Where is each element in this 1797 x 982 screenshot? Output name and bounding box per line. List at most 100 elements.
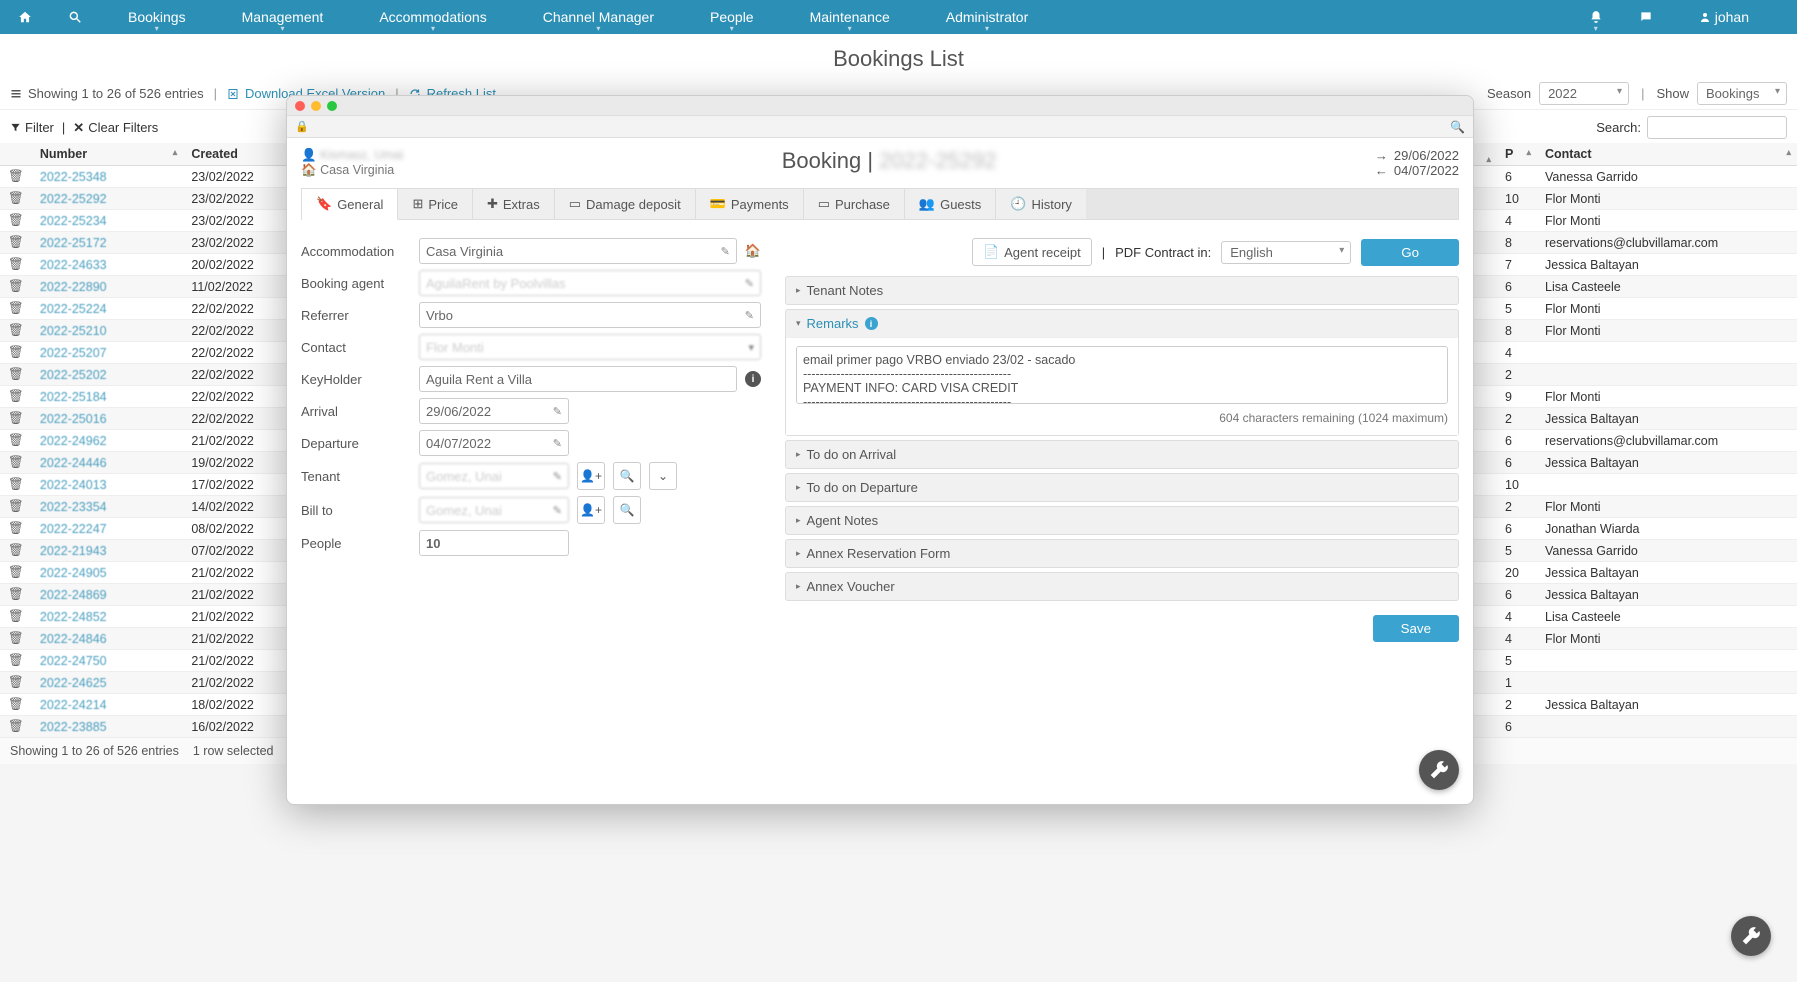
booking-number-link[interactable]: 2022-25348 [40,170,107,184]
nav-people[interactable]: People▾ [682,0,782,34]
billto-input[interactable]: Gomez, Unai✎ [419,497,569,523]
delete-icon[interactable]: 🗑 [8,543,24,557]
booking-number-link[interactable]: 2022-22247 [40,522,107,536]
tab-history[interactable]: 🕘History [996,189,1086,219]
delete-icon[interactable]: 🗑 [8,477,24,491]
tab-payments[interactable]: 💳Payments [696,189,804,219]
nav-administrator[interactable]: Administrator▾ [918,0,1056,34]
tools-fab-modal[interactable] [1419,750,1459,790]
people-input[interactable]: 10 [419,530,569,556]
show-select[interactable]: Bookings [1697,82,1787,105]
booking-number-link[interactable]: 2022-25292 [40,192,107,206]
booking-number-link[interactable]: 2022-22890 [40,280,107,294]
col-p[interactable]: P▴ [1497,143,1537,166]
arrival-input[interactable]: 29/06/2022✎ [419,398,569,424]
nav-channel-manager[interactable]: Channel Manager▾ [515,0,682,34]
tools-fab-page[interactable] [1731,916,1771,956]
delete-icon[interactable]: 🗑 [8,389,24,403]
nav-chat[interactable] [1621,0,1671,34]
nav-user[interactable]: johan [1671,0,1777,34]
home-icon[interactable]: 🏠 [745,243,761,259]
delete-icon[interactable]: 🗑 [8,675,24,689]
booking-number-link[interactable]: 2022-24750 [40,654,107,668]
booking-number-link[interactable]: 2022-25202 [40,368,107,382]
booking-number-link[interactable]: 2022-25184 [40,390,107,404]
booking-number-link[interactable]: 2022-24962 [40,434,107,448]
accordion-agent-notes[interactable]: ▸Agent Notes [785,506,1459,535]
booking-number-link[interactable]: 2022-25207 [40,346,107,360]
delete-icon[interactable]: 🗑 [8,257,24,271]
booking-number-link[interactable]: 2022-21943 [40,544,107,558]
booking-number-link[interactable]: 2022-24852 [40,610,107,624]
delete-icon[interactable]: 🗑 [8,697,24,711]
pdf-language-select[interactable]: English [1221,241,1351,264]
accommodation-input[interactable]: Casa Virginia✎ [419,238,737,264]
col-number[interactable]: Number▴ [32,143,183,166]
referrer-input[interactable]: Vrbo✎ [419,302,761,328]
col-contact[interactable]: Contact▴ [1537,143,1797,166]
booking-number-link[interactable]: 2022-24013 [40,478,107,492]
season-select[interactable]: 2022 [1539,82,1629,105]
info-icon[interactable]: i [745,371,761,387]
save-button[interactable]: Save [1373,615,1459,642]
delete-icon[interactable]: 🗑 [8,345,24,359]
expand-tenant-button[interactable]: ⌄ [649,462,677,490]
pencil-icon[interactable]: ✎ [553,437,562,450]
search-icon[interactable]: 🔍 [1450,120,1465,134]
maximize-window-button[interactable] [327,101,337,111]
close-window-button[interactable] [295,101,305,111]
tenant-input[interactable]: Gomez, Unai✎ [419,463,569,489]
accordion-remarks[interactable]: ▾Remarks i 604 characters remaining (102… [785,309,1459,436]
filter-button[interactable]: Filter [10,120,54,135]
booking-agent-input[interactable]: AguilaRent by Poolvillas✎ [419,270,761,296]
booking-number-link[interactable]: 2022-23885 [40,720,107,734]
booking-number-link[interactable]: 2022-23354 [40,500,107,514]
booking-number-link[interactable]: 2022-25234 [40,214,107,228]
booking-number-link[interactable]: 2022-24846 [40,632,107,646]
delete-icon[interactable]: 🗑 [8,587,24,601]
keyholder-input[interactable]: Aguila Rent a Villa [419,366,737,392]
pencil-icon[interactable]: ✎ [721,245,730,258]
tab-purchase[interactable]: ▭Purchase [804,189,905,219]
agent-receipt-button[interactable]: 📄Agent receipt [972,238,1092,266]
booking-number-link[interactable]: 2022-25210 [40,324,107,338]
tab-price[interactable]: ⊞Price [398,189,473,219]
delete-icon[interactable]: 🗑 [8,367,24,381]
delete-icon[interactable]: 🗑 [8,213,24,227]
accordion-todo-arrival[interactable]: ▸To do on Arrival [785,440,1459,469]
booking-number-link[interactable]: 2022-24214 [40,698,107,712]
delete-icon[interactable]: 🗑 [8,169,24,183]
delete-icon[interactable]: 🗑 [8,653,24,667]
booking-number-link[interactable]: 2022-24905 [40,566,107,580]
add-billto-button[interactable]: 👤+ [577,496,605,524]
delete-icon[interactable]: 🗑 [8,719,24,733]
booking-number-link[interactable]: 2022-25224 [40,302,107,316]
tab-guests[interactable]: 👥Guests [905,189,996,219]
accordion-tenant-notes[interactable]: ▸Tenant Notes [785,276,1459,305]
clear-filters-button[interactable]: ✕ Clear Filters [73,120,158,136]
go-button[interactable]: Go [1361,239,1459,266]
delete-icon[interactable]: 🗑 [8,191,24,205]
accordion-annex-reservation[interactable]: ▸Annex Reservation Form [785,539,1459,568]
nav-management[interactable]: Management▾ [214,0,352,34]
nav-accommodations[interactable]: Accommodations▾ [351,0,514,34]
pencil-icon[interactable]: ✎ [553,504,562,517]
add-person-button[interactable]: 👤+ [577,462,605,490]
departure-input[interactable]: 04/07/2022✎ [419,430,569,456]
tab-damage-deposit[interactable]: ▭Damage deposit [555,189,696,219]
pencil-icon[interactable]: ✎ [553,470,562,483]
booking-number-link[interactable]: 2022-25016 [40,412,107,426]
pencil-icon[interactable]: ✎ [553,405,562,418]
delete-icon[interactable]: 🗑 [8,609,24,623]
delete-icon[interactable]: 🗑 [8,301,24,315]
delete-icon[interactable]: 🗑 [8,631,24,645]
booking-number-link[interactable]: 2022-25172 [40,236,107,250]
delete-icon[interactable]: 🗑 [8,521,24,535]
pencil-icon[interactable]: ✎ [745,309,754,322]
tab-extras[interactable]: ✚Extras [473,189,555,219]
accordion-todo-departure[interactable]: ▸To do on Departure [785,473,1459,502]
delete-icon[interactable]: 🗑 [8,433,24,447]
minimize-window-button[interactable] [311,101,321,111]
booking-number-link[interactable]: 2022-24633 [40,258,107,272]
nav-notifications[interactable]: ▾ [1571,0,1621,34]
